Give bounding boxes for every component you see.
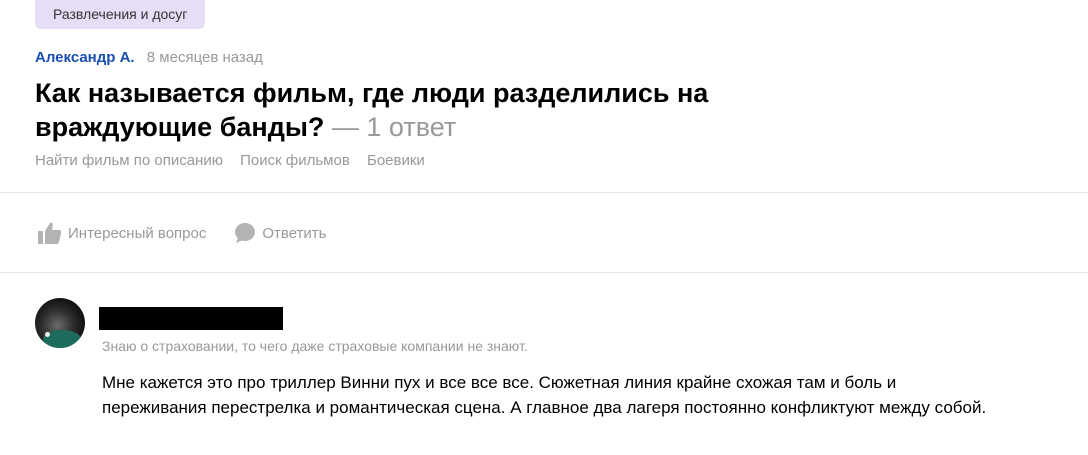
- divider: [0, 192, 1088, 193]
- question-page: Развлечения и досуг Александр А. 8 месяц…: [0, 0, 1088, 455]
- divider: [0, 272, 1088, 273]
- speech-bubble-icon: [235, 223, 256, 243]
- interesting-question-button[interactable]: Интересный вопрос: [37, 221, 206, 245]
- answers-count[interactable]: — 1 ответ: [332, 112, 456, 142]
- tag-find-film[interactable]: Найти фильм по описанию: [35, 152, 223, 169]
- avatar-image-detail: [45, 332, 50, 337]
- user-bio: Знаю о страховании, то чего даже страхов…: [102, 338, 528, 354]
- reply-label: Ответить: [262, 224, 327, 242]
- thumbs-up-icon: [38, 222, 62, 244]
- question-meta: Александр А. 8 месяцев назад: [35, 48, 263, 68]
- post-time: 8 месяцев назад: [146, 49, 263, 66]
- avatar[interactable]: [35, 298, 85, 348]
- answer-text: Мне кажется это про триллер Винни пух и …: [102, 373, 987, 417]
- interesting-question-label: Интересный вопрос: [68, 224, 207, 242]
- redacted-username: [99, 307, 283, 330]
- question-actions: Интересный вопрос Ответить: [37, 219, 354, 247]
- question-title: Как называется фильм, где люди разделили…: [35, 76, 795, 144]
- category-tag[interactable]: Развлечения и досуг: [35, 0, 206, 29]
- reply-button[interactable]: Ответить: [234, 222, 326, 244]
- question-tags: Найти фильм по описанию Поиск фильмов Бо…: [35, 151, 438, 171]
- tag-action-films[interactable]: Боевики: [367, 152, 425, 169]
- author-link[interactable]: Александр А.: [35, 49, 135, 66]
- tag-film-search[interactable]: Поиск фильмов: [240, 152, 350, 169]
